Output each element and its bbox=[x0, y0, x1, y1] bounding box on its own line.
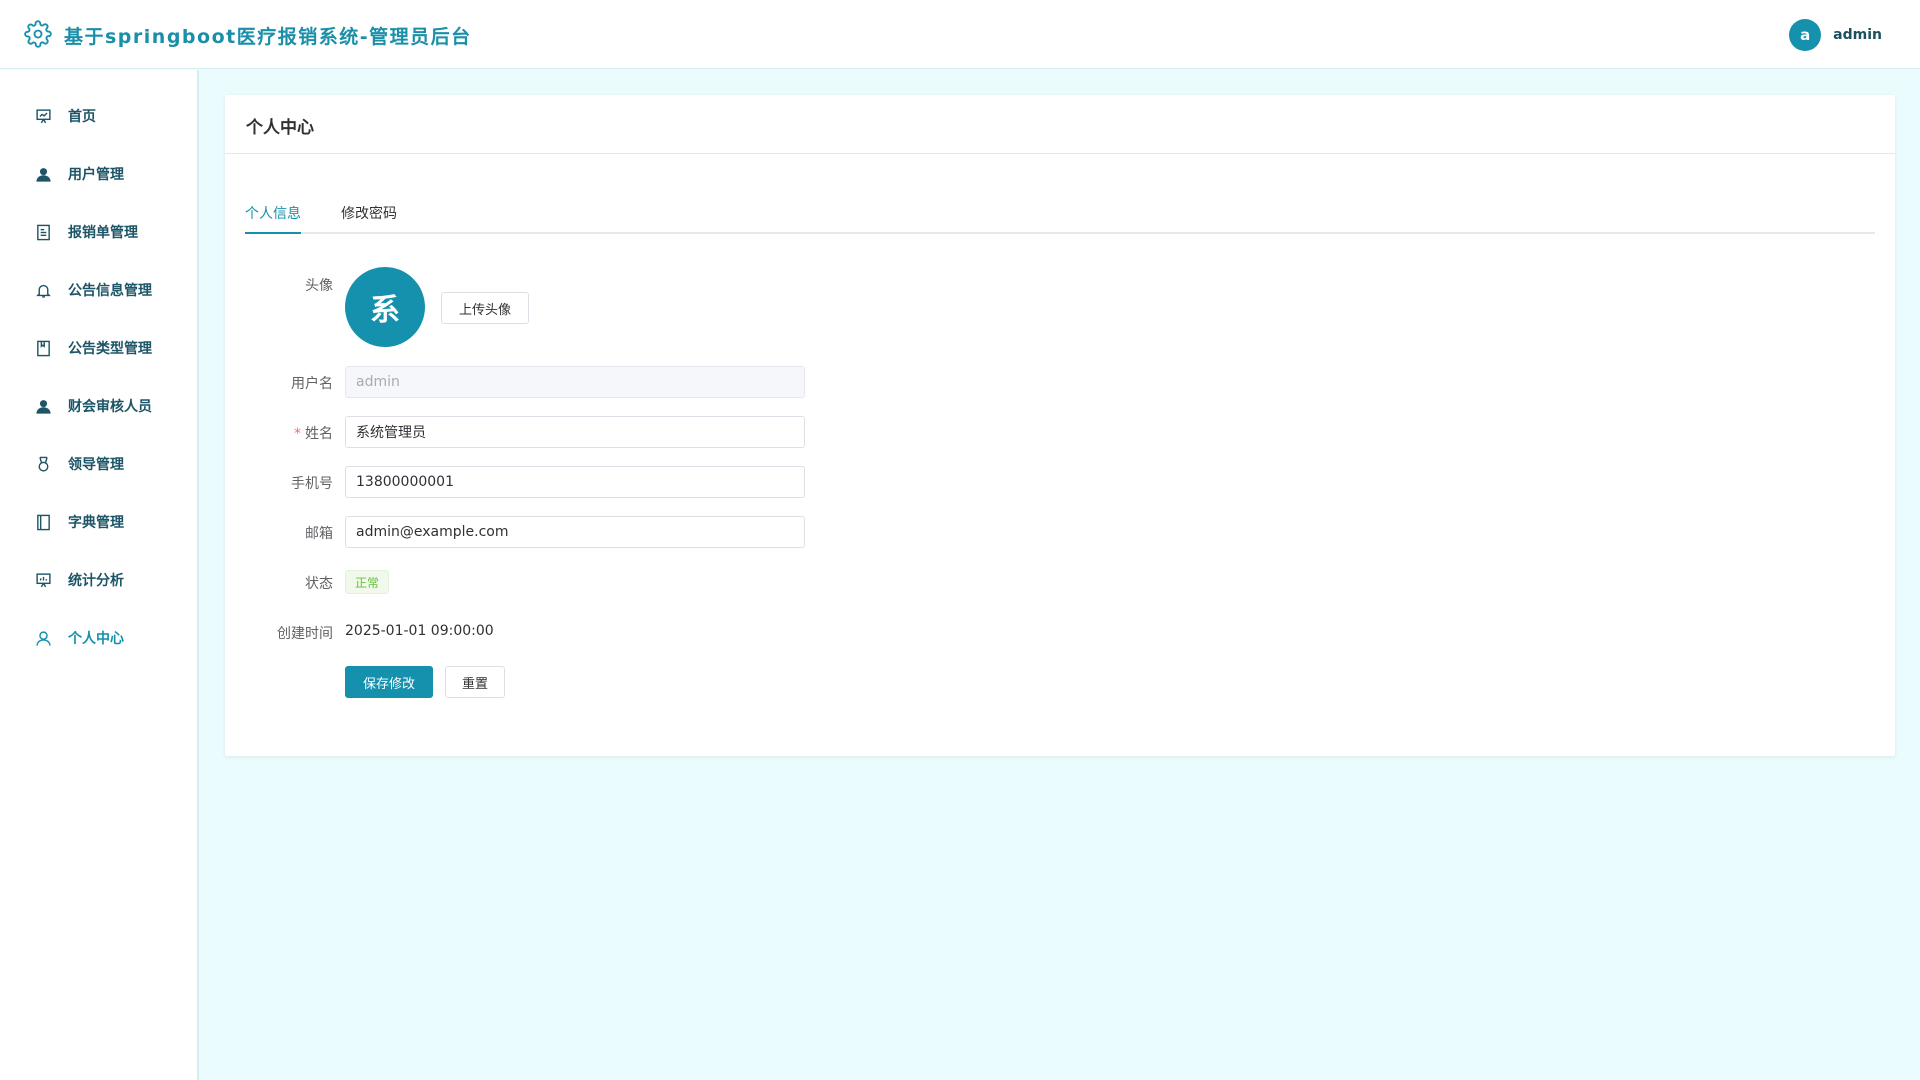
presentation-chart-icon bbox=[34, 571, 52, 589]
save-button[interactable]: 保存修改 bbox=[345, 666, 433, 698]
card-header: 个人中心 bbox=[225, 95, 1895, 154]
medal-icon bbox=[34, 455, 52, 473]
sidebar: 首页 用户管理 报销单管理 公告信息管理 公告类型管理 财会审核人员 领导管理 … bbox=[0, 70, 199, 1080]
user-icon bbox=[34, 397, 52, 415]
sidebar-item-reimbursements[interactable]: 报销单管理 bbox=[0, 203, 197, 261]
user-outline-icon bbox=[34, 629, 52, 647]
sidebar-item-label: 财会审核人员 bbox=[68, 399, 152, 415]
email-label: 邮箱 bbox=[305, 526, 333, 542]
sidebar-item-label: 字典管理 bbox=[68, 515, 124, 531]
bell-icon bbox=[34, 281, 52, 299]
page-title: 个人中心 bbox=[246, 118, 314, 138]
gear-icon bbox=[24, 20, 52, 48]
sidebar-item-announcement-types[interactable]: 公告类型管理 bbox=[0, 319, 197, 377]
upload-avatar-button[interactable]: 上传头像 bbox=[441, 292, 529, 324]
name-label-text: 姓名 bbox=[305, 426, 333, 442]
document-icon bbox=[34, 223, 52, 241]
sidebar-item-finance-auditors[interactable]: 财会审核人员 bbox=[0, 377, 197, 435]
user-icon bbox=[34, 165, 52, 183]
app-title: 基于springboot医疗报销系统-管理员后台 bbox=[64, 26, 472, 48]
status-label: 状态 bbox=[305, 576, 333, 592]
profile-avatar: 系 bbox=[345, 267, 425, 347]
book-icon bbox=[34, 513, 52, 531]
sidebar-item-label: 公告信息管理 bbox=[68, 283, 152, 299]
sidebar-item-label: 报销单管理 bbox=[68, 225, 138, 241]
sidebar-item-profile[interactable]: 个人中心 bbox=[0, 609, 197, 667]
reset-button[interactable]: 重置 bbox=[445, 666, 505, 698]
status-badge: 正常 bbox=[345, 570, 390, 594]
created-time-value: 2025-01-01 09:00:00 bbox=[345, 623, 494, 639]
sidebar-item-statistics[interactable]: 统计分析 bbox=[0, 551, 197, 609]
avatar-label: 头像 bbox=[305, 278, 333, 294]
sidebar-item-label: 统计分析 bbox=[68, 573, 124, 589]
active-tab-indicator bbox=[245, 232, 301, 234]
sidebar-item-label: 公告类型管理 bbox=[68, 341, 152, 357]
notebook-icon bbox=[34, 339, 52, 357]
sidebar-item-label: 领导管理 bbox=[68, 457, 124, 473]
user-name[interactable]: admin bbox=[1833, 27, 1882, 43]
sidebar-item-dictionary[interactable]: 字典管理 bbox=[0, 493, 197, 551]
tab-personal-info[interactable]: 个人信息 bbox=[245, 203, 301, 223]
username-label: 用户名 bbox=[291, 376, 333, 392]
username-input bbox=[345, 366, 805, 398]
email-input[interactable] bbox=[345, 516, 805, 548]
sidebar-item-home[interactable]: 首页 bbox=[0, 87, 197, 145]
phone-label: 手机号 bbox=[291, 476, 333, 492]
created-time-label: 创建时间 bbox=[277, 626, 333, 642]
sidebar-item-label: 个人中心 bbox=[68, 631, 124, 647]
sidebar-item-leaders[interactable]: 领导管理 bbox=[0, 435, 197, 493]
sidebar-item-users[interactable]: 用户管理 bbox=[0, 145, 197, 203]
sidebar-item-label: 用户管理 bbox=[68, 167, 124, 183]
presentation-chart-icon bbox=[34, 107, 52, 125]
name-label: * 姓名 bbox=[223, 423, 333, 443]
top-header: 基于springboot医疗报销系统-管理员后台 a admin bbox=[0, 0, 1920, 69]
required-mark: * bbox=[294, 426, 301, 442]
name-input[interactable] bbox=[345, 416, 805, 448]
phone-input[interactable] bbox=[345, 466, 805, 498]
tab-change-password[interactable]: 修改密码 bbox=[341, 203, 397, 223]
sidebar-item-label: 首页 bbox=[68, 109, 96, 125]
profile-tabs: 个人信息 修改密码 bbox=[245, 190, 1875, 234]
user-menu[interactable]: a admin bbox=[1789, 19, 1882, 51]
avatar[interactable]: a bbox=[1789, 19, 1822, 51]
sidebar-item-announcements[interactable]: 公告信息管理 bbox=[0, 261, 197, 319]
